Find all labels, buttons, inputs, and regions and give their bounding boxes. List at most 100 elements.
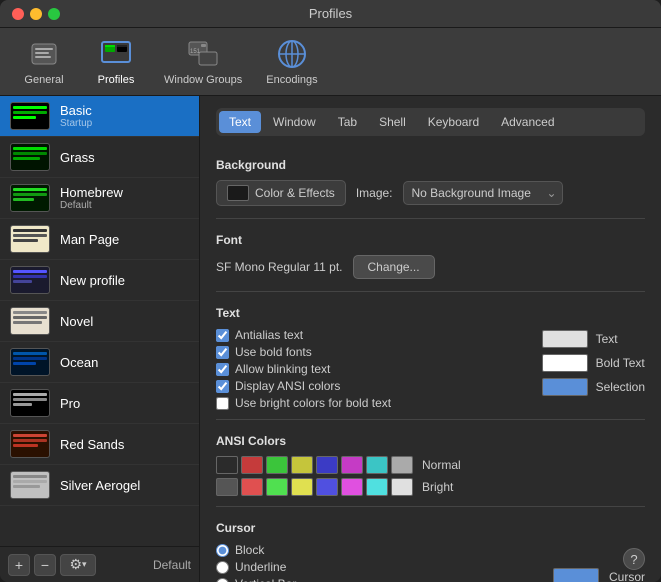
- minimize-button[interactable]: [30, 8, 42, 20]
- ansi-checkbox[interactable]: [216, 380, 229, 393]
- blinking-checkbox[interactable]: [216, 363, 229, 376]
- sidebar: Basic Startup Grass: [0, 96, 200, 582]
- sidebar-item-manpage-text: Man Page: [60, 232, 119, 247]
- toolbar-window-groups[interactable]: 151 Window Groups: [164, 38, 242, 86]
- toolbar-general[interactable]: General: [20, 38, 68, 86]
- ansi-normal-4[interactable]: [316, 456, 338, 474]
- ansi-normal-2[interactable]: [266, 456, 288, 474]
- titlebar: Profiles: [0, 0, 661, 28]
- ansi-bright-6[interactable]: [366, 478, 388, 496]
- maximize-button[interactable]: [48, 8, 60, 20]
- sidebar-item-pro-text: Pro: [60, 396, 80, 411]
- ansi-bright-7[interactable]: [391, 478, 413, 496]
- ansi-normal-6[interactable]: [366, 456, 388, 474]
- tab-keyboard[interactable]: Keyboard: [418, 111, 489, 133]
- radio-block-row: Block: [216, 543, 533, 557]
- ansi-bright-4[interactable]: [316, 478, 338, 496]
- ansi-normal-1[interactable]: [241, 456, 263, 474]
- tab-shell[interactable]: Shell: [369, 111, 416, 133]
- right-panel: Text Window Tab Shell Keyboard: [200, 96, 661, 582]
- ansi-normal-row: Normal: [216, 456, 645, 474]
- tab-advanced[interactable]: Advanced: [491, 111, 564, 133]
- close-button[interactable]: [12, 8, 24, 20]
- text-color-swatch[interactable]: [542, 330, 588, 348]
- divider-ansi: [216, 419, 645, 420]
- sidebar-item-silver[interactable]: Silver Aerogel: [0, 465, 199, 506]
- sidebar-item-redsands-text: Red Sands: [60, 437, 124, 452]
- bold-color-swatch[interactable]: [542, 354, 588, 372]
- thumbnail-novel: [10, 307, 50, 335]
- ansi-bright-5[interactable]: [341, 478, 363, 496]
- encodings-icon: [276, 38, 308, 70]
- profile-actions-button[interactable]: ⚙ ▾: [60, 554, 96, 576]
- sidebar-item-novel-text: Novel: [60, 314, 93, 329]
- selection-color-swatch[interactable]: [542, 378, 588, 396]
- font-section-title: Font: [216, 233, 645, 247]
- text-sample: Text: [542, 330, 645, 348]
- main-window: Profiles General: [0, 0, 661, 582]
- sidebar-item-basic[interactable]: Basic Startup: [0, 96, 199, 137]
- radio-vertbar-row: Vertical Bar: [216, 577, 533, 582]
- checkbox-bold-row: Use bold fonts: [216, 345, 522, 359]
- sidebar-item-manpage[interactable]: Man Page: [0, 219, 199, 260]
- ansi-section-title: ANSI Colors: [216, 434, 645, 448]
- remove-profile-button[interactable]: −: [34, 554, 56, 576]
- sidebar-item-homebrew[interactable]: Homebrew Default: [0, 178, 199, 219]
- sidebar-item-ocean[interactable]: Ocean: [0, 342, 199, 383]
- vertbar-radio[interactable]: [216, 578, 229, 582]
- help-button[interactable]: ?: [623, 548, 645, 570]
- ansi-bright-2[interactable]: [266, 478, 288, 496]
- bold-checkbox[interactable]: [216, 346, 229, 359]
- bold-sample: Bold Text: [542, 354, 645, 372]
- sidebar-item-silver-text: Silver Aerogel: [60, 478, 140, 493]
- sidebar-item-novel[interactable]: Novel: [0, 301, 199, 342]
- add-profile-button[interactable]: +: [8, 554, 30, 576]
- sidebar-item-newprofile[interactable]: New profile: [0, 260, 199, 301]
- toolbar-window-groups-label: Window Groups: [164, 74, 242, 86]
- text-checkboxes: Antialias text Use bold fonts Allow blin…: [216, 328, 522, 413]
- general-icon: [28, 38, 60, 70]
- change-font-button[interactable]: Change...: [353, 255, 435, 279]
- checkbox-antialias-row: Antialias text: [216, 328, 522, 342]
- thumbnail-redsands: [10, 430, 50, 458]
- tab-text[interactable]: Text: [219, 111, 261, 133]
- ansi-normal-3[interactable]: [291, 456, 313, 474]
- font-row: SF Mono Regular 11 pt. Change...: [216, 255, 645, 279]
- ansi-normal-0[interactable]: [216, 456, 238, 474]
- sidebar-item-pro[interactable]: Pro: [0, 383, 199, 424]
- sidebar-list: Basic Startup Grass: [0, 96, 199, 546]
- radio-underline-row: Underline: [216, 560, 533, 574]
- checkbox-blinking-row: Allow blinking text: [216, 362, 522, 376]
- toolbar-general-label: General: [24, 74, 63, 86]
- vertbar-label: Vertical Bar: [235, 577, 296, 582]
- tab-window[interactable]: Window: [263, 111, 326, 133]
- ansi-normal-label: Normal: [422, 458, 461, 472]
- block-radio[interactable]: [216, 544, 229, 557]
- thumbnail-grass: [10, 143, 50, 171]
- ansi-normal-7[interactable]: [391, 456, 413, 474]
- ansi-bright-3[interactable]: [291, 478, 313, 496]
- tab-bar: Text Window Tab Shell Keyboard: [216, 108, 645, 136]
- image-select[interactable]: No Background Image: [403, 181, 563, 205]
- bright-checkbox[interactable]: [216, 397, 229, 410]
- window-groups-icon: 151: [187, 38, 219, 70]
- tab-tab[interactable]: Tab: [328, 111, 367, 133]
- selection-sample-label: Selection: [596, 380, 645, 394]
- text-color-samples: Text Bold Text Selection: [542, 330, 645, 413]
- antialias-checkbox[interactable]: [216, 329, 229, 342]
- main-content: Basic Startup Grass: [0, 96, 661, 582]
- divider-font: [216, 218, 645, 219]
- sidebar-item-grass[interactable]: Grass: [0, 137, 199, 178]
- ansi-normal-5[interactable]: [341, 456, 363, 474]
- ansi-bright-label: Bright: [422, 480, 453, 494]
- cursor-columns: Block Underline Vertical Bar Blink: [216, 543, 645, 582]
- underline-radio[interactable]: [216, 561, 229, 574]
- toolbar-profiles[interactable]: Profiles: [92, 38, 140, 86]
- ansi-bright-1[interactable]: [241, 478, 263, 496]
- cursor-section-title: Cursor: [216, 521, 645, 535]
- ansi-bright-0[interactable]: [216, 478, 238, 496]
- color-effects-button[interactable]: Color & Effects: [216, 180, 346, 206]
- cursor-color-swatch[interactable]: [553, 568, 599, 582]
- sidebar-item-redsands[interactable]: Red Sands: [0, 424, 199, 465]
- toolbar-encodings[interactable]: Encodings: [266, 38, 317, 86]
